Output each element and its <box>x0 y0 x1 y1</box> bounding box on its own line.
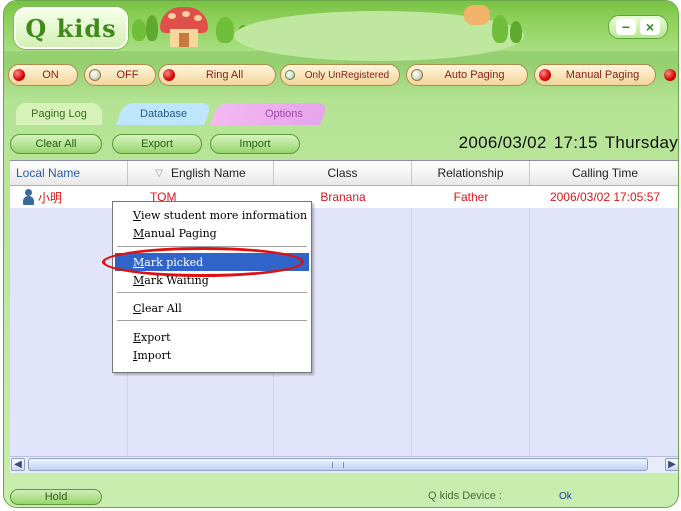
on-button[interactable]: ON <box>8 64 78 86</box>
paging-log-table: Local Name ▽ English Name Class Relation… <box>10 160 678 473</box>
ring-all-button[interactable]: Ring All <box>158 64 276 86</box>
date-text: 2006/03/02 <box>458 133 547 152</box>
led-red-icon <box>163 69 175 81</box>
table-row[interactable]: 小明 TOM Branana Father 2006/03/02 17:05:5… <box>10 186 678 208</box>
person-icon <box>22 189 34 205</box>
menu-separator <box>117 320 307 322</box>
day-text: Thursday <box>604 133 678 152</box>
menu-item-view-student-info[interactable]: View student more information <box>115 206 309 224</box>
device-status-label: Q kids Device : <box>428 490 502 502</box>
import-button[interactable]: Import <box>210 134 300 154</box>
led-green-icon <box>285 70 295 80</box>
app-logo: Q kids <box>14 7 128 49</box>
menu-separator <box>117 292 307 294</box>
scroll-right-icon[interactable]: ▶ <box>665 458 678 471</box>
tab-bar: Paging Log Database Options <box>4 101 678 127</box>
table-header: Local Name ▽ English Name Class Relation… <box>10 161 678 186</box>
close-button[interactable]: × <box>640 19 660 35</box>
menu-item-manual-paging[interactable]: Manual Paging <box>115 224 309 242</box>
app-window: Q kids − × ON OFF Ring All Only UnRegist… <box>3 0 679 508</box>
led-red-icon <box>13 69 25 81</box>
scrollbar-thumb[interactable] <box>28 458 648 471</box>
status-bar: Hold Q kids Device : Ok <box>4 487 678 507</box>
column-header-local-name[interactable]: Local Name <box>10 161 128 185</box>
cell-relationship: Father <box>453 190 489 204</box>
scroll-left-icon[interactable]: ◀ <box>11 458 25 471</box>
column-header-class[interactable]: Class <box>274 161 412 185</box>
tree-icon <box>146 15 158 41</box>
column-divider <box>411 186 412 457</box>
context-menu: View student more information Manual Pag… <box>112 201 312 373</box>
column-header-english-name[interactable]: ▽ English Name <box>128 161 274 185</box>
mushroom-house-icon <box>160 7 208 47</box>
column-divider <box>529 186 530 457</box>
led-red-icon <box>539 69 551 81</box>
sort-icon: ▽ <box>155 167 163 179</box>
off-button[interactable]: OFF <box>84 64 156 86</box>
time-text: 17:15 <box>553 133 598 152</box>
date-time-display: 2006/03/02 17:15 Thursday <box>452 133 678 153</box>
tab-paging-log[interactable]: Paging Log <box>16 103 102 125</box>
export-button[interactable]: Export <box>112 134 202 154</box>
column-header-relationship[interactable]: Relationship <box>412 161 530 185</box>
cell-calling-time: 2006/03/02 17:05:57 <box>549 190 661 204</box>
window-controls: − × <box>608 15 668 39</box>
menu-item-export[interactable]: Export <box>115 328 309 346</box>
tab-database[interactable]: Database <box>115 103 213 125</box>
column-header-label: English Name <box>171 166 246 180</box>
led-off-icon <box>411 69 423 81</box>
menu-item-import[interactable]: Import <box>115 346 309 364</box>
column-header-calling-time[interactable]: Calling Time <box>530 161 678 185</box>
hold-button[interactable]: Hold <box>10 489 102 505</box>
device-status-value: Ok <box>559 491 572 502</box>
toolbar: Clear All Export Import 2006/03/02 17:15 T… <box>4 129 678 157</box>
tree-icon <box>510 21 522 43</box>
led-red-icon <box>664 69 676 81</box>
minimize-button[interactable]: − <box>616 19 636 35</box>
tab-options[interactable]: Options <box>209 103 329 125</box>
manual-paging-button[interactable]: Manual Paging <box>534 64 656 86</box>
highlight-annotation-ellipse <box>102 247 304 277</box>
auto-paging-button[interactable]: Auto Paging <box>406 64 528 86</box>
horizontal-scrollbar[interactable]: ◀ ▶ <box>10 456 678 473</box>
only-unregistered-button[interactable]: Only UnRegistered <box>280 64 400 86</box>
clear-all-button[interactable]: Clear All <box>10 134 102 154</box>
tree-icon <box>132 19 146 41</box>
led-off-icon <box>89 69 101 81</box>
cell-local-name: 小明 <box>22 186 122 208</box>
sun-decoration <box>464 5 490 25</box>
tree-icon <box>492 15 508 43</box>
tree-icon <box>216 17 234 43</box>
paging-controls: ON OFF Ring All Only UnRegistered Auto P… <box>4 59 678 89</box>
header-banner: Q kids − × <box>4 1 678 61</box>
menu-item-clear-all[interactable]: Clear All <box>115 299 309 317</box>
